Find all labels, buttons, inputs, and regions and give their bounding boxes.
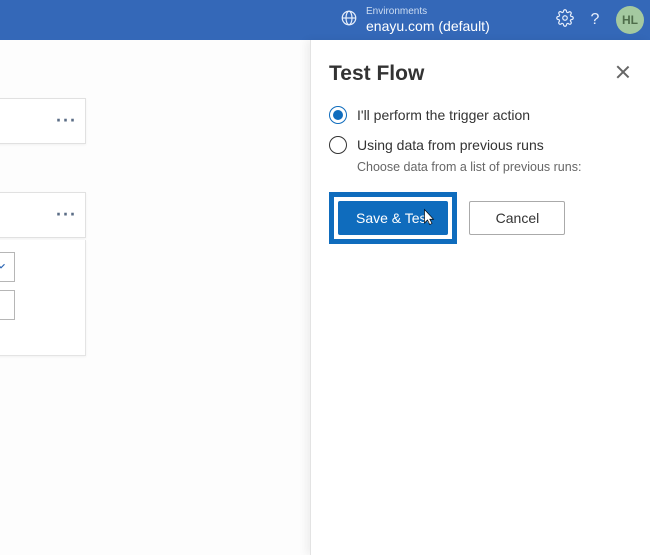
environment-block[interactable]: Environments enayu.com (default) — [340, 0, 490, 40]
save-test-highlight: Save & Test — [329, 192, 457, 244]
environment-text: Environments enayu.com (default) — [366, 6, 490, 34]
radio-icon — [329, 106, 347, 124]
text-field[interactable] — [0, 290, 15, 320]
cancel-button[interactable]: Cancel — [469, 201, 565, 235]
radio-hint: Choose data from a list of previous runs… — [357, 160, 632, 174]
panel-title: Test Flow — [329, 62, 632, 86]
button-label: Save & Test — [356, 210, 430, 226]
radio-option-perform-trigger[interactable]: I'll perform the trigger action — [329, 106, 632, 124]
button-label: Cancel — [496, 210, 540, 226]
ellipsis-icon[interactable]: ··· — [56, 111, 77, 132]
environment-label: Environments — [366, 6, 490, 18]
radio-icon — [329, 136, 347, 154]
close-icon[interactable] — [612, 62, 634, 84]
ellipsis-icon[interactable]: ··· — [56, 205, 77, 226]
environment-name: enayu.com (default) — [366, 18, 490, 34]
flow-canvas: ··· ··· — [0, 40, 310, 555]
test-flow-panel: Test Flow I'll perform the trigger actio… — [310, 40, 650, 555]
flow-card[interactable]: ··· — [0, 192, 86, 238]
radio-option-previous-runs[interactable]: Using data from previous runs — [329, 136, 632, 154]
chevron-down-icon — [0, 259, 8, 278]
flow-card[interactable]: ··· — [0, 98, 86, 144]
globe-icon — [340, 9, 358, 32]
top-bar: Environments enayu.com (default) ? HL — [0, 0, 650, 40]
save-test-button[interactable]: Save & Test — [338, 201, 448, 235]
radio-label: Using data from previous runs — [357, 137, 544, 153]
avatar[interactable]: HL — [616, 6, 644, 34]
gear-icon[interactable] — [556, 9, 574, 32]
radio-label: I'll perform the trigger action — [357, 107, 530, 123]
flow-card-body — [0, 240, 86, 356]
panel-button-row: Save & Test Cancel — [329, 192, 632, 244]
help-icon[interactable]: ? — [584, 11, 606, 29]
dropdown-field[interactable] — [0, 252, 15, 282]
topbar-right: ? HL — [556, 0, 644, 40]
